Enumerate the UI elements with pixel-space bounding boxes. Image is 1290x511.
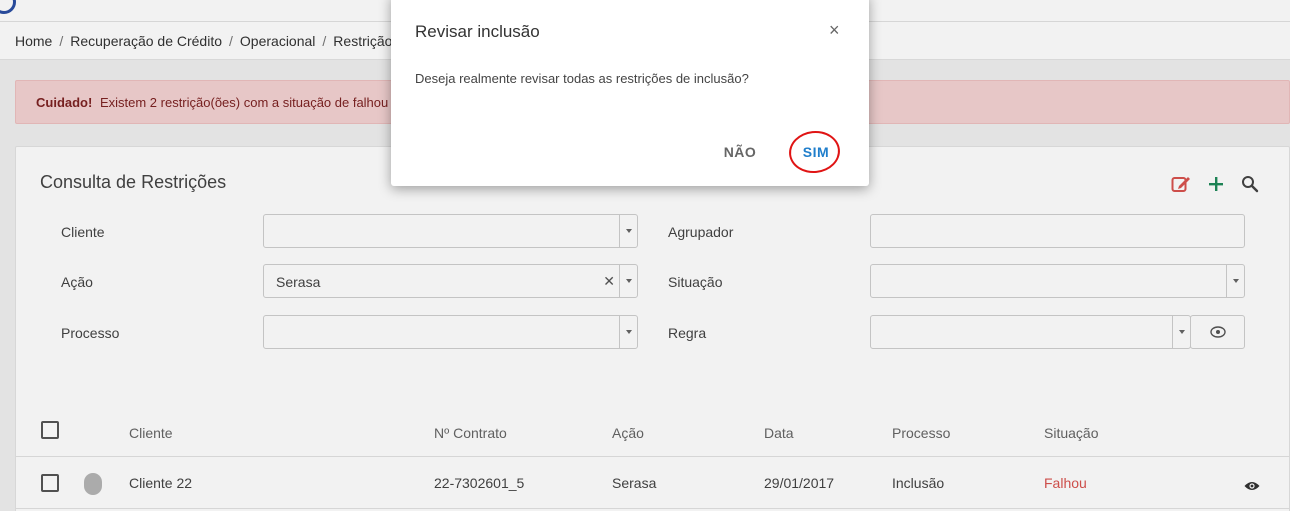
revisar-inclusao-dialog: Revisar inclusão × Deseja realmente revi… — [391, 0, 869, 186]
no-button[interactable]: NÃO — [711, 136, 769, 168]
yes-button[interactable]: SIM — [789, 136, 843, 168]
close-icon[interactable]: × — [829, 20, 840, 41]
dialog-title: Revisar inclusão — [415, 22, 540, 41]
dialog-message: Deseja realmente revisar todas as restri… — [415, 71, 749, 86]
